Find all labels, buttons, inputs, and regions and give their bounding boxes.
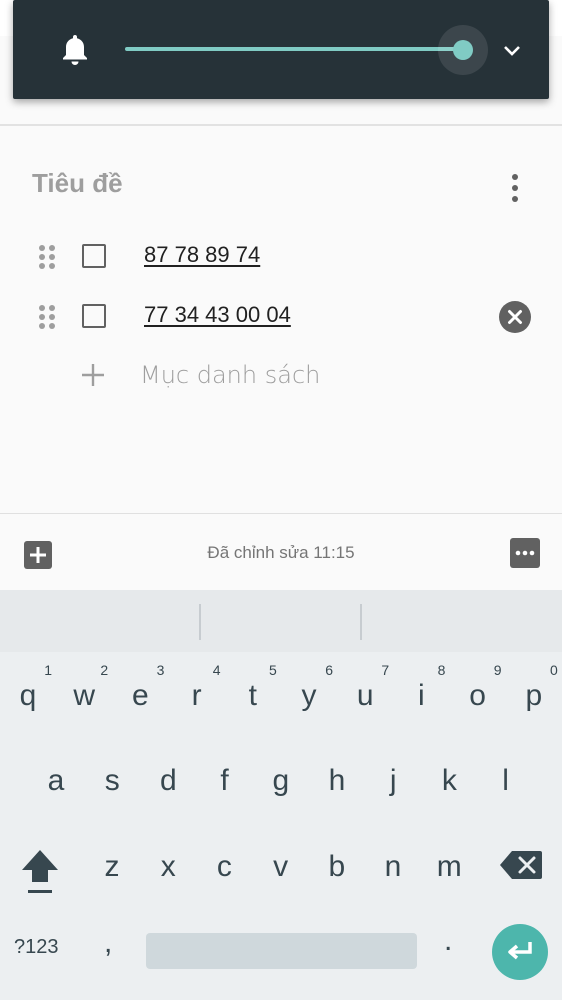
shift-icon[interactable] xyxy=(18,848,62,898)
key-letter: d xyxy=(160,764,177,797)
key-f[interactable]: f xyxy=(197,738,253,824)
key-u[interactable]: 7u xyxy=(337,652,393,738)
drag-handle-icon[interactable] xyxy=(37,243,57,271)
key-n[interactable]: n xyxy=(365,824,421,910)
key-letter: v xyxy=(273,850,289,883)
key-d[interactable]: d xyxy=(140,738,196,824)
volume-panel xyxy=(13,0,549,99)
suggestion-divider xyxy=(199,604,201,640)
note-divider xyxy=(0,124,562,126)
key-number-hint: 6 xyxy=(325,662,333,678)
volume-slider-thumb[interactable] xyxy=(453,40,473,60)
key-letter: m xyxy=(436,850,462,883)
key-c[interactable]: c xyxy=(196,824,252,910)
symbols-key[interactable]: ?123 xyxy=(14,936,59,959)
note-toolbar: Đã chỉnh sửa 11:15 xyxy=(0,513,562,590)
key-letter: h xyxy=(328,764,346,797)
enter-icon xyxy=(508,942,532,960)
key-number-hint: 3 xyxy=(156,662,165,678)
key-number-hint: 8 xyxy=(437,662,446,678)
note-title-field[interactable]: Tiêu đề xyxy=(32,168,123,199)
key-number-hint: 0 xyxy=(550,662,558,678)
key-l[interactable]: l xyxy=(478,738,534,824)
key-letter: x xyxy=(160,850,176,883)
key-letter: s xyxy=(104,764,120,797)
drag-handle-icon[interactable] xyxy=(37,303,57,331)
key-w[interactable]: 2w xyxy=(56,652,112,738)
key-letter: b xyxy=(328,850,346,883)
key-x[interactable]: x xyxy=(140,824,196,910)
chevron-down-icon[interactable] xyxy=(501,40,523,62)
key-y[interactable]: 6y xyxy=(281,652,337,738)
key-o[interactable]: 9o xyxy=(450,652,506,738)
add-item-plus-icon[interactable] xyxy=(81,363,105,387)
list-item-text[interactable]: 87 78 89 74 xyxy=(144,242,260,268)
key-number-hint: 9 xyxy=(493,662,502,678)
key-number-hint: 1 xyxy=(44,662,52,678)
key-k[interactable]: k xyxy=(421,738,477,824)
key-j[interactable]: j xyxy=(365,738,421,824)
key-letter: l xyxy=(502,764,509,797)
key-e[interactable]: 3e xyxy=(112,652,168,738)
key-r[interactable]: 4r xyxy=(169,652,225,738)
period-key[interactable]: . xyxy=(444,924,452,958)
key-i[interactable]: 8i xyxy=(393,652,449,738)
add-list-item-field[interactable]: Mục danh sách xyxy=(140,361,320,389)
key-number-hint: 5 xyxy=(269,662,277,678)
key-number-hint: 7 xyxy=(381,662,390,678)
key-z[interactable]: z xyxy=(84,824,140,910)
key-letter: c xyxy=(216,850,232,883)
suggestion-strip[interactable] xyxy=(0,590,562,652)
key-p[interactable]: 0p xyxy=(506,652,562,738)
comma-key[interactable]: , xyxy=(104,926,112,960)
key-letter: n xyxy=(384,850,402,883)
key-v[interactable]: v xyxy=(253,824,309,910)
key-letter: z xyxy=(104,850,120,883)
key-q[interactable]: 1q xyxy=(0,652,56,738)
key-letter: f xyxy=(220,764,229,797)
suggestion-divider xyxy=(360,604,362,640)
key-t[interactable]: 5t xyxy=(225,652,281,738)
list-item: 87 78 89 74 xyxy=(0,232,562,282)
key-b[interactable]: b xyxy=(309,824,365,910)
keyboard: 1q2w3e4r5t6y7u8i9o0p a s d f g h j k l z x c v b n m ?… xyxy=(0,652,562,1000)
key-letter: a xyxy=(47,764,65,797)
key-number-hint: 4 xyxy=(212,662,221,678)
key-letter: j xyxy=(389,764,397,797)
list-item-text[interactable]: 77 34 43 00 04 xyxy=(144,302,291,328)
key-number-hint: 2 xyxy=(100,662,109,678)
item-checkbox[interactable] xyxy=(82,304,106,328)
remove-item-icon[interactable] xyxy=(499,301,531,333)
key-g[interactable]: g xyxy=(253,738,309,824)
bell-icon[interactable] xyxy=(60,32,90,66)
key-a[interactable]: a xyxy=(28,738,84,824)
more-vertical-icon[interactable] xyxy=(500,170,530,206)
key-letter: g xyxy=(272,764,290,797)
item-checkbox[interactable] xyxy=(82,244,106,268)
key-letter: k xyxy=(441,764,457,797)
more-options-icon[interactable] xyxy=(510,538,540,568)
key-h[interactable]: h xyxy=(309,738,365,824)
edited-timestamp: Đã chỉnh sửa 11:15 xyxy=(207,543,355,562)
list-item: 77 34 43 00 04 xyxy=(0,292,562,342)
backspace-icon[interactable] xyxy=(500,850,542,880)
volume-slider-track[interactable] xyxy=(125,47,463,51)
enter-key[interactable] xyxy=(492,924,548,980)
key-m[interactable]: m xyxy=(421,824,477,910)
space-bar[interactable] xyxy=(146,933,417,969)
key-s[interactable]: s xyxy=(84,738,140,824)
